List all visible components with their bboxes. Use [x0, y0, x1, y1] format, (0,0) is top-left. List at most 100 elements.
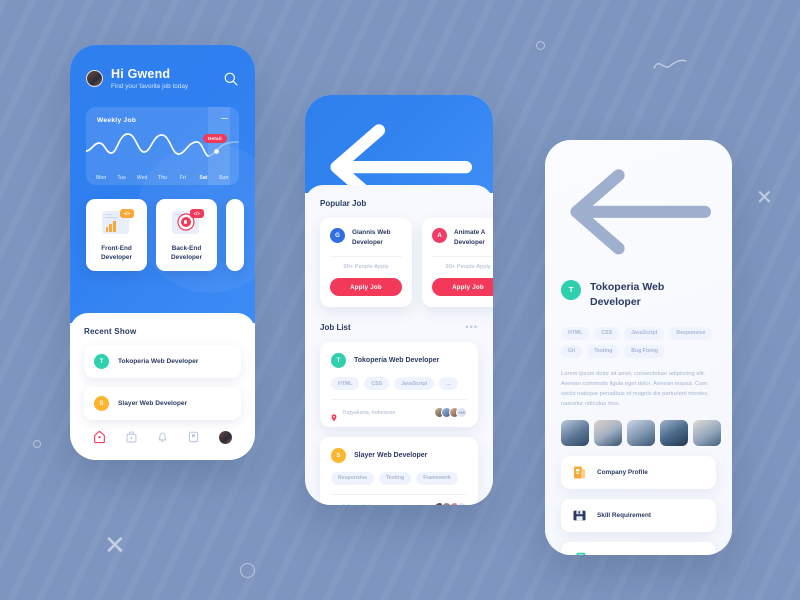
tag: Framework — [416, 472, 458, 485]
decor-circle — [240, 563, 255, 578]
detail-header: T Tokoperia Web Developer — [561, 279, 716, 310]
photo-thumbnail[interactable] — [561, 420, 589, 447]
briefcase-icon[interactable] — [125, 430, 138, 444]
tag-row: Responsive Testing Framework — [331, 472, 467, 485]
list-item[interactable]: S Slayer Web Developer — [84, 387, 241, 420]
recent-show-title: Recent Show — [84, 327, 137, 336]
job-list-item[interactable]: T Tokoperia Web Developer HTML CSS JavaS… — [320, 342, 478, 427]
detail-item-label: Company Profile — [597, 469, 648, 477]
popular-job-card[interactable]: G Giannis Web Developer 99+ People Apply… — [320, 218, 412, 308]
tag: Responsive — [331, 472, 375, 485]
back-arrow-icon[interactable] — [561, 169, 716, 266]
section-title: Popular Job — [320, 199, 367, 208]
tag: JavaScript — [394, 377, 435, 390]
chart-day-label: Fri — [179, 175, 187, 181]
avatar: S — [94, 396, 109, 411]
avatar: G — [330, 228, 345, 243]
register-steps-icon — [572, 551, 587, 555]
avatar: T — [331, 353, 346, 369]
applicant-avatars: +99 — [433, 407, 467, 418]
apply-job-button[interactable]: Apply Job — [330, 278, 402, 297]
tag: CSS — [594, 327, 620, 340]
tag: Responsive — [669, 327, 713, 340]
photo-thumbnail[interactable] — [693, 420, 721, 447]
job-list-header: Job List ••• — [305, 323, 493, 333]
bookmark-icon[interactable] — [187, 430, 200, 444]
tag-row: HTML CSS JavaScript ... — [331, 377, 467, 390]
avatar[interactable] — [86, 70, 103, 87]
category-label: Back-End Developer — [171, 245, 202, 262]
section-title: Job List — [320, 323, 351, 333]
tag: ... — [439, 377, 458, 390]
job-name: Animate A Developer — [454, 229, 486, 246]
job-name: Tokoperia Web Developer — [354, 357, 440, 365]
list-item[interactable]: T Tokoperia Web Developer — [84, 345, 241, 378]
weekly-job-chart[interactable]: Weekly Job Detail Mon Tue Wed Thu Fri Sa… — [86, 107, 239, 185]
bell-icon[interactable] — [156, 430, 169, 444]
detail-item-label: Skill Requirement — [597, 512, 651, 520]
bar-chart-icon: </> — [100, 209, 134, 236]
photo-thumbnail-row — [561, 420, 721, 447]
photo-thumbnail[interactable] — [594, 420, 622, 447]
category-label: Front-End Developer — [101, 245, 132, 262]
detail-item-company-profile[interactable]: Company Profile — [561, 456, 716, 490]
joblist-hero: Job List Front-End Developer — [305, 95, 493, 263]
detail-item-register-steps[interactable]: Register Steps — [561, 542, 716, 555]
home-hero: Hi Gwend Find your favorite job today We… — [70, 45, 255, 323]
screen-home: Hi Gwend Find your favorite job today We… — [70, 45, 255, 460]
popular-job-header: Popular Job — [305, 199, 493, 208]
skill-tag-row: HTML CSS JavaScript Responsive Git Testi… — [561, 327, 716, 358]
divider — [432, 256, 493, 258]
screen-job-detail: T Tokoperia Web Developer HTML CSS JavaS… — [545, 140, 732, 555]
detail-item-skill-requirement[interactable]: Skill Requirement — [561, 499, 716, 533]
divider — [330, 256, 402, 258]
divider — [331, 493, 467, 495]
location-pin-icon — [331, 409, 337, 421]
skill-requirement-icon — [572, 508, 587, 523]
job-location: Yogyakarta, Indonesia — [342, 409, 396, 416]
more-dots-icon[interactable]: ••• — [466, 323, 478, 332]
home-icon[interactable] — [93, 430, 106, 444]
category-card-frontend[interactable]: </> Front-End Developer — [86, 199, 147, 271]
divider — [331, 399, 467, 400]
apply-job-button[interactable]: Apply Job — [432, 278, 493, 297]
home-header: Hi Gwend Find your favorite job today — [86, 67, 239, 90]
job-list-item[interactable]: S Slayer Web Developer Responsive Testin… — [320, 437, 478, 505]
list-item-label: Tokoperia Web Developer — [118, 358, 199, 365]
avatar: T — [94, 354, 109, 369]
chart-day-label: Mon — [96, 175, 107, 181]
chart-day-label: Wed — [136, 175, 148, 181]
company-profile-icon — [572, 465, 587, 480]
profile-avatar[interactable] — [218, 430, 232, 444]
code-badge: </> — [120, 209, 134, 218]
photo-thumbnail[interactable] — [660, 420, 688, 447]
decor-x-mark: ✕ — [756, 187, 773, 209]
joblist-sheet: Popular Job G Giannis Web Developer 99+ … — [305, 185, 493, 505]
chart-line — [86, 133, 239, 157]
popular-job-card[interactable]: A Animate A Developer 99+ People Apply A… — [422, 218, 493, 308]
tag: HTML — [331, 377, 360, 390]
category-row: </> Front-End Developer </> Back-End Dev… — [86, 199, 244, 271]
job-location: Jakarta, Indonesia — [342, 504, 386, 505]
avatar: S — [331, 448, 346, 463]
applicant-avatars: +99 — [433, 501, 467, 505]
chart-tooltip: Detail — [203, 134, 227, 144]
search-icon[interactable] — [223, 71, 239, 87]
job-description: Lorem ipsum dolor sit amet, consectetuer… — [561, 370, 709, 408]
category-card-backend[interactable]: </> Back-End Developer — [156, 199, 217, 271]
page-title: Tokoperia Web Developer — [590, 280, 665, 308]
applicant-count: 99+ People Apply — [445, 264, 491, 271]
avatar: A — [432, 228, 447, 243]
decor-x-mark: ✕ — [104, 530, 126, 560]
applicant-more-count: +99 — [456, 407, 467, 418]
list-item-label: Slayer Web Developer — [118, 400, 188, 407]
tag: JavaScript — [624, 327, 665, 340]
chart-day-labels: Mon Tue Wed Thu Fri Sat Sun — [86, 175, 239, 181]
job-name: Giannis Web Developer — [352, 229, 391, 246]
chart-day-label-active: Sat — [199, 175, 208, 181]
photo-thumbnail[interactable] — [627, 420, 655, 447]
tag: Git — [561, 344, 583, 358]
chart-day-label: Tue — [117, 175, 126, 181]
category-card-next[interactable] — [226, 199, 244, 271]
tag: CSS — [364, 377, 390, 390]
